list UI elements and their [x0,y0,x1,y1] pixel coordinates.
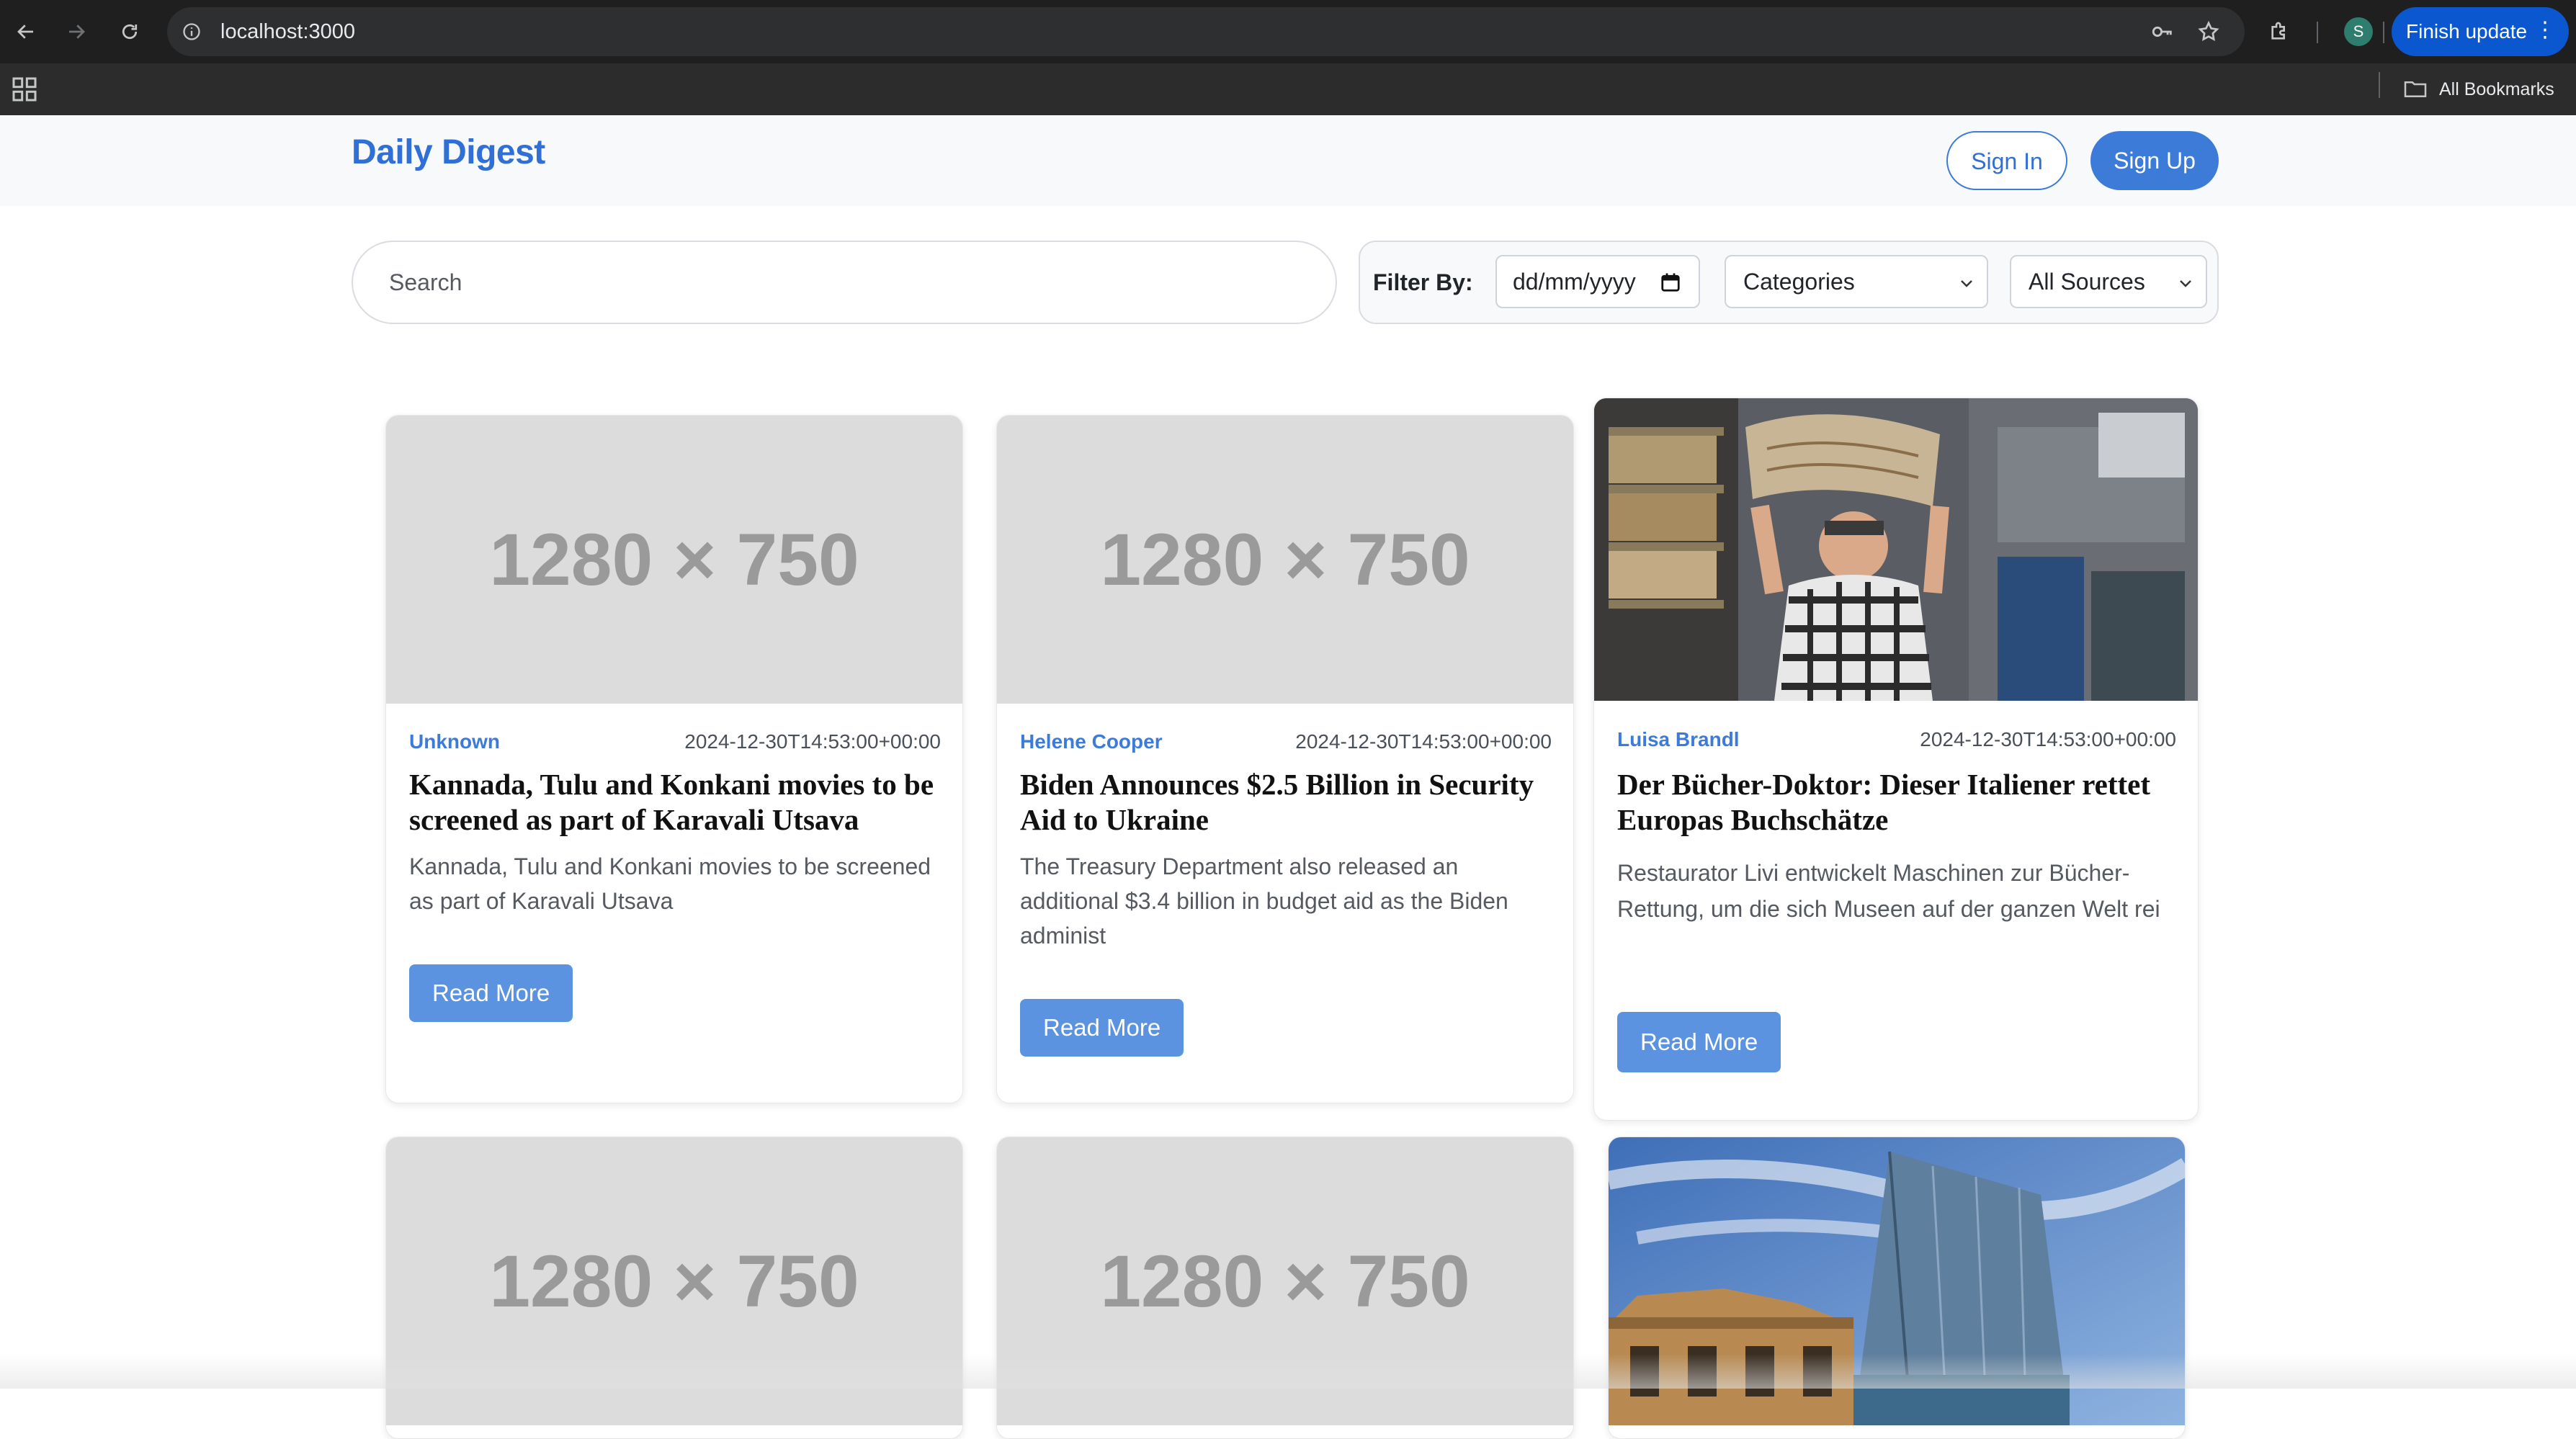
site-info-icon[interactable] [182,22,202,42]
article-card [1608,1137,2186,1439]
article-author[interactable]: Luisa Brandl [1617,728,1740,751]
apps-grid-icon[interactable] [10,75,39,104]
category-selected: Categories [1743,269,1855,295]
back-icon[interactable] [9,14,43,49]
password-key-icon[interactable] [2145,7,2180,56]
article-description: Restaurator Livi entwickelt Maschinen zu… [1617,860,2160,922]
read-more-button[interactable]: Read More [409,964,573,1022]
article-date: 2024-12-30T14:53:00+00:00 [1920,728,2176,750]
read-more-button[interactable]: Read More [1020,999,1184,1057]
article-card: 1280 × 750 [996,1137,1574,1439]
article-card: 1280 × 750 [385,1137,963,1439]
article-image[interactable] [1594,398,2199,701]
address-bar[interactable]: localhost:3000 [167,7,2245,56]
all-bookmarks-label: All Bookmarks [2439,79,2554,99]
article-title[interactable]: Biden Announces $2.5 Billion in Security… [1020,767,1552,838]
all-bookmarks-button[interactable]: All Bookmarks [2403,63,2554,115]
bookmarks-bar [0,63,2576,115]
source-selected: All Sources [2029,269,2145,295]
article-title[interactable]: Der Bücher-Doktor: Dieser Italiener rett… [1617,767,2176,838]
category-select[interactable]: Categories [1725,255,1988,308]
sign-up-button[interactable]: Sign Up [2090,131,2219,190]
article-card: 1280 × 750 Helene Cooper 2024-12-30T14:5… [996,415,1574,1103]
article-image-placeholder: 1280 × 750 [997,416,1573,704]
finish-update-label: Finish update [2406,20,2528,42]
article-description: The Treasury Department also released an… [1020,853,1508,949]
article-author[interactable]: Unknown [409,730,500,753]
date-filter-input[interactable]: dd/mm/yyyy [1495,255,1700,308]
bookmark-star-icon[interactable] [2191,7,2226,56]
brand-logo[interactable]: Daily Digest [352,133,545,172]
url-text: localhost:3000 [220,20,356,43]
bookmarks-divider [2379,72,2380,98]
site-header: Daily Digest Sign In Sign Up [0,115,2576,206]
article-description: Kannada, Tulu and Konkani movies to be s… [409,853,931,914]
article-date: 2024-12-30T14:53:00+00:00 [684,730,941,753]
browser-toolbar: localhost:3000 S Finish update ⋮ [0,0,2576,63]
article-title[interactable]: Kannada, Tulu and Konkani movies to be s… [409,767,941,838]
sign-in-button[interactable]: Sign In [1946,131,2067,190]
article-image-placeholder: 1280 × 750 [386,416,962,704]
filter-bar: Filter By: dd/mm/yyyy Categories All Sou… [1359,241,2219,324]
article-author[interactable]: Helene Cooper [1020,730,1163,753]
search-placeholder: Search [389,269,462,295]
toolbar-divider [2383,22,2384,43]
profile-avatar[interactable]: S [2344,17,2373,46]
reload-icon[interactable] [112,14,147,49]
chevron-down-icon [2180,280,2191,287]
read-more-button[interactable]: Read More [1617,1012,1781,1072]
forward-icon[interactable] [59,14,94,49]
extensions-icon[interactable] [2262,14,2297,49]
article-date: 2024-12-30T14:53:00+00:00 [1295,730,1552,753]
finish-update-button[interactable]: Finish update ⋮ [2392,7,2569,56]
article-card: Luisa Brandl 2024-12-30T14:53:00+00:00 D… [1593,398,2199,1121]
article-card: 1280 × 750 Unknown 2024-12-30T14:53:00+0… [385,415,963,1103]
source-select[interactable]: All Sources [2010,255,2207,308]
toolbar-divider [2317,22,2318,43]
folder-icon [2404,81,2427,98]
menu-dots-icon[interactable]: ⋮ [2534,7,2556,53]
filter-label: Filter By: [1373,269,1473,295]
search-input[interactable]: Search [352,241,1337,324]
chevron-down-icon [1961,280,1972,287]
date-placeholder: dd/mm/yyyy [1513,269,1636,295]
bottom-fade [0,1354,2576,1389]
calendar-icon[interactable] [1660,271,1681,294]
